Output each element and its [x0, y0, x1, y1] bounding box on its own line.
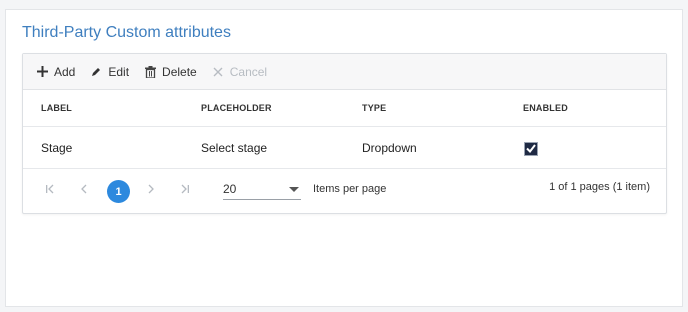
- column-header-type[interactable]: TYPE: [344, 103, 505, 113]
- caret-down-icon: [289, 187, 299, 192]
- add-button[interactable]: Add: [35, 65, 75, 79]
- trash-icon: [143, 65, 157, 79]
- delete-button[interactable]: Delete: [143, 65, 197, 79]
- column-header-enabled[interactable]: ENABLED: [505, 103, 666, 113]
- section-title: Third-Party Custom attributes: [22, 24, 231, 41]
- plus-icon: [35, 65, 49, 79]
- pager: 1 20 Items per page 1 of 1 pages (1 item…: [23, 169, 666, 213]
- attributes-grid: Add Edit Delete Cancel LABEL PLACEHOLDER…: [22, 53, 667, 214]
- cancel-button[interactable]: Cancel: [211, 65, 267, 79]
- checkmark-icon: [526, 144, 536, 154]
- delete-label: Delete: [162, 64, 197, 79]
- pager-info: 1 of 1 pages (1 item): [549, 181, 650, 193]
- column-header-placeholder[interactable]: PLACEHOLDER: [183, 103, 344, 113]
- cell-label: Stage: [41, 140, 73, 155]
- next-page-icon[interactable]: [147, 184, 155, 197]
- cell-placeholder: Select stage: [201, 140, 268, 155]
- cell-enabled: [505, 139, 666, 157]
- edit-label: Edit: [108, 64, 130, 79]
- pencil-icon: [89, 65, 103, 79]
- grid-toolbar: Add Edit Delete Cancel: [23, 54, 666, 90]
- last-page-icon[interactable]: [180, 184, 190, 197]
- page-size-select[interactable]: 20: [223, 178, 301, 200]
- cell-type: Dropdown: [362, 140, 417, 155]
- table-header: LABEL PLACEHOLDER TYPE ENABLED: [23, 90, 666, 127]
- enabled-checkbox[interactable]: [524, 141, 538, 156]
- column-header-label[interactable]: LABEL: [23, 103, 183, 113]
- prev-page-icon[interactable]: [80, 184, 88, 197]
- edit-button[interactable]: Edit: [89, 65, 129, 79]
- first-page-icon[interactable]: [45, 184, 55, 197]
- table-row[interactable]: Stage Select stage Dropdown: [23, 127, 666, 169]
- cancel-label: Cancel: [229, 64, 268, 79]
- settings-panel: Third-Party Custom attributes Add Edit D…: [5, 9, 683, 307]
- page-size-value: 20: [223, 182, 237, 196]
- close-icon: [211, 65, 225, 79]
- add-label: Add: [54, 64, 76, 79]
- items-per-page-label: Items per page: [313, 183, 387, 195]
- current-page-button[interactable]: 1: [107, 180, 130, 203]
